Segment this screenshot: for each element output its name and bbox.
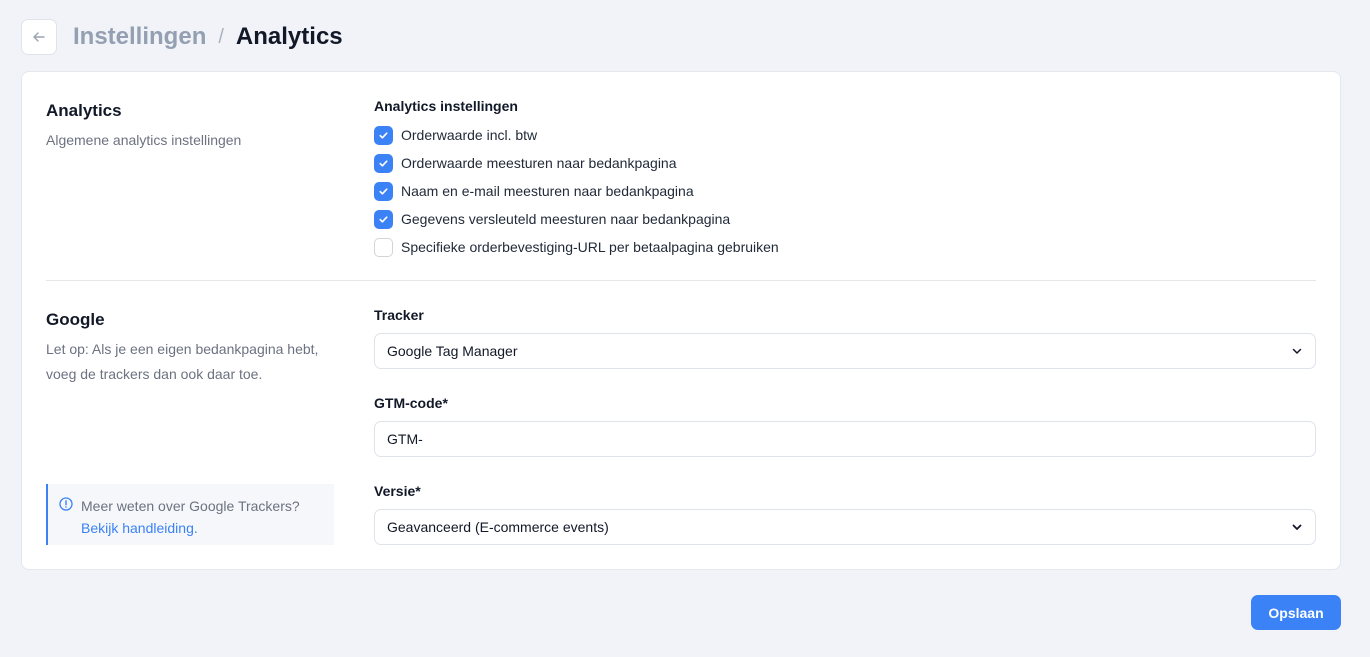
analytics-option-label: Orderwaarde incl. btw: [401, 127, 538, 143]
checkbox[interactable]: [374, 181, 393, 201]
analytics-option-label: Naam en e-mail meesturen naar bedankpagi…: [401, 183, 694, 199]
tracker-select[interactable]: Google Tag Manager: [374, 333, 1316, 369]
save-button[interactable]: Opslaan: [1251, 595, 1341, 630]
info-icon: [59, 497, 73, 511]
arrow-left-icon: [33, 32, 45, 42]
check-icon: [379, 131, 388, 139]
analytics-section-description: Algemene analytics instellingen: [46, 132, 242, 148]
check-icon: [379, 215, 388, 223]
info-callout: Meer weten over Google Trackers? Bekijk …: [46, 484, 334, 545]
tracker-select-value: Google Tag Manager: [387, 343, 518, 359]
analytics-option[interactable]: Gegevens versleuteld meesturen naar beda…: [374, 209, 730, 229]
chevron-down-icon: [1292, 348, 1302, 354]
gtm-code-label: GTM-code*: [374, 395, 448, 411]
analytics-option[interactable]: Naam en e-mail meesturen naar bedankpagi…: [374, 181, 694, 201]
analytics-section-title: Analytics: [46, 101, 122, 120]
version-select[interactable]: Geavanceerd (E-commerce events): [374, 509, 1316, 545]
google-section-title: Google: [46, 310, 105, 329]
info-text: Meer weten over Google Trackers?: [81, 498, 300, 514]
google-section-description: Let op: Als je een eigen bedankpagina he…: [46, 341, 319, 382]
analytics-settings-label: Analytics instellingen: [374, 98, 518, 114]
version-label: Versie*: [374, 483, 421, 499]
analytics-option-label: Gegevens versleuteld meesturen naar beda…: [401, 211, 731, 227]
breadcrumb-separator: /: [218, 25, 224, 48]
check-icon: [379, 159, 388, 167]
section-divider: [46, 280, 1316, 281]
guide-link[interactable]: Bekijk handleiding.: [81, 517, 300, 539]
checkbox[interactable]: [374, 209, 393, 229]
version-select-value: Geavanceerd (E-commerce events): [387, 519, 609, 535]
checkbox[interactable]: [374, 237, 393, 257]
analytics-option[interactable]: Specifieke orderbevestiging-URL per beta…: [374, 237, 779, 257]
check-icon: [379, 187, 388, 195]
gtm-code-input[interactable]: GTM-: [374, 421, 1316, 457]
breadcrumb-parent[interactable]: Instellingen: [73, 23, 206, 51]
back-button[interactable]: [21, 19, 57, 55]
chevron-down-icon: [1292, 524, 1302, 530]
analytics-option[interactable]: Orderwaarde meesturen naar bedankpagina: [374, 153, 677, 173]
tracker-label: Tracker: [374, 307, 424, 323]
checkbox[interactable]: [374, 153, 393, 173]
gtm-code-value: GTM-: [387, 431, 423, 447]
checkbox[interactable]: [374, 125, 393, 145]
analytics-option-label: Specifieke orderbevestiging-URL per beta…: [401, 239, 779, 255]
analytics-option[interactable]: Orderwaarde incl. btw: [374, 125, 537, 145]
page-header: Instellingen / Analytics: [21, 19, 343, 55]
analytics-option-label: Orderwaarde meesturen naar bedankpagina: [401, 155, 677, 171]
page-title: Analytics: [235, 23, 343, 50]
settings-card: Analytics Algemene analytics instellinge…: [21, 71, 1341, 570]
